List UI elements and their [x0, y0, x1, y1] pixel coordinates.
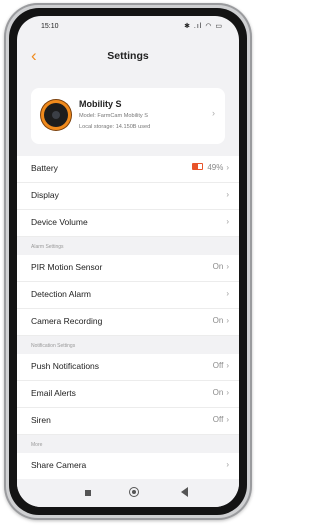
home-icon[interactable] — [129, 487, 139, 497]
chevron-right-icon: › — [212, 108, 215, 118]
status-bar: 15:10 ✱ .ıl ◠ ▭ — [17, 16, 239, 36]
status-time: 15:10 — [41, 23, 59, 30]
email-alerts-label: Email Alerts — [31, 388, 76, 398]
back-triangle-icon[interactable] — [181, 487, 188, 497]
section-header-more: More — [17, 435, 239, 453]
alarm-settings-title: Alarm Settings — [31, 244, 64, 250]
row-push-notifications[interactable]: Push Notifications Off › — [17, 354, 239, 381]
pir-motion-label: PIR Motion Sensor — [31, 262, 103, 272]
battery-value: 49% — [207, 163, 224, 172]
row-detection-alarm[interactable]: Detection Alarm › — [17, 282, 239, 309]
recent-apps-icon[interactable] — [85, 490, 91, 496]
chevron-right-icon: › — [226, 460, 229, 469]
chevron-right-icon: › — [226, 190, 229, 199]
chevron-right-icon: › — [226, 316, 229, 325]
device-card[interactable]: Mobility S Model: FarmCam Mobility S Loc… — [31, 88, 225, 144]
chevron-right-icon: › — [226, 262, 229, 271]
camera-recording-label: Camera Recording — [31, 316, 103, 326]
row-display[interactable]: Display › — [17, 183, 239, 210]
section-header-notification: Notification Settings — [17, 336, 239, 354]
share-camera-label: Share Camera — [31, 460, 87, 470]
section-header-alarm: Alarm Settings — [17, 237, 239, 255]
device-model: Model: FarmCam Mobility S — [79, 113, 149, 119]
row-camera-recording[interactable]: Camera Recording On › — [17, 309, 239, 336]
chevron-right-icon: › — [226, 217, 229, 226]
phone-frame: 15:10 ✱ .ıl ◠ ▭ ‹ Settings Mobility S Mo… — [4, 3, 252, 520]
camera-recording-value: On — [212, 316, 224, 325]
push-notifications-label: Push Notifications — [31, 361, 100, 371]
chevron-right-icon: › — [226, 388, 229, 397]
row-email-alerts[interactable]: Email Alerts On › — [17, 381, 239, 408]
siren-label: Siren — [31, 415, 51, 425]
siren-value: Off — [212, 415, 224, 424]
row-device-volume[interactable]: Device Volume › — [17, 210, 239, 237]
phone-bezel: 15:10 ✱ .ıl ◠ ▭ ‹ Settings Mobility S Mo… — [9, 8, 247, 515]
status-icons: ✱ .ıl ◠ ▭ — [184, 23, 223, 30]
email-alerts-value: On — [212, 388, 224, 397]
push-notifications-value: Off — [212, 361, 224, 370]
chevron-right-icon: › — [226, 163, 229, 172]
row-pir-motion-sensor[interactable]: PIR Motion Sensor On › — [17, 255, 239, 282]
camera-icon — [41, 100, 71, 130]
device-storage: Local storage: 14.150B used — [79, 124, 151, 130]
device-name: Mobility S — [79, 99, 122, 109]
device-volume-label: Device Volume — [31, 217, 88, 227]
display-label: Display — [31, 190, 59, 200]
system-nav-bar — [17, 479, 239, 507]
notification-settings-title: Notification Settings — [31, 343, 76, 349]
row-share-camera[interactable]: Share Camera › — [17, 453, 239, 479]
more-title: More — [31, 442, 43, 448]
battery-icon — [192, 163, 204, 170]
settings-list: Battery 49% › Display › Device Volume › A… — [17, 156, 239, 479]
pir-motion-value: On — [212, 262, 224, 271]
battery-label: Battery — [31, 163, 58, 173]
chevron-right-icon: › — [226, 415, 229, 424]
top-bar: ‹ Settings — [17, 46, 239, 70]
page-title: Settings — [107, 50, 149, 62]
chevron-right-icon: › — [226, 361, 229, 370]
row-battery[interactable]: Battery 49% › — [17, 156, 239, 183]
chevron-right-icon: › — [226, 289, 229, 298]
detection-alarm-label: Detection Alarm — [31, 289, 91, 299]
app-screen: 15:10 ✱ .ıl ◠ ▭ ‹ Settings Mobility S Mo… — [17, 16, 239, 507]
row-siren[interactable]: Siren Off › — [17, 408, 239, 435]
